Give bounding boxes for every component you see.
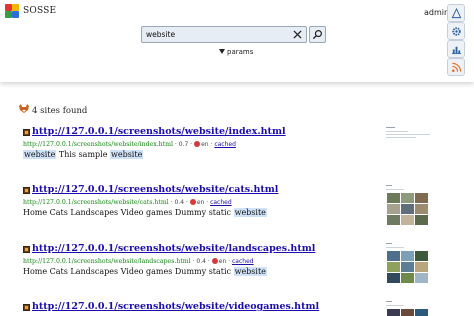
result-thumbnail[interactable] bbox=[386, 126, 430, 142]
result-title-link[interactable]: http://127.0.0.1/screenshots/website/lan… bbox=[32, 243, 315, 254]
result-snippet: Home Cats Landscapes Video games Dummy s… bbox=[23, 267, 267, 276]
favicon-icon bbox=[23, 187, 30, 194]
search-box bbox=[141, 26, 307, 43]
favicon-icon bbox=[23, 304, 30, 311]
statistics-button[interactable] bbox=[447, 40, 465, 58]
cached-link[interactable]: cached bbox=[214, 141, 236, 148]
app-name[interactable]: SOSSE bbox=[23, 6, 56, 16]
params-label: params bbox=[227, 48, 254, 56]
settings-button[interactable] bbox=[447, 22, 465, 40]
result-lang: en bbox=[201, 141, 209, 148]
language-flag-icon bbox=[211, 258, 218, 264]
stats-icon bbox=[451, 46, 462, 55]
language-flag-icon bbox=[194, 141, 201, 147]
result-meta: http://127.0.0.1/screenshots/website/lan… bbox=[23, 258, 254, 265]
snippet-highlight: website bbox=[23, 150, 57, 159]
result-title-link[interactable]: http://127.0.0.1/screenshots/website/ind… bbox=[32, 126, 286, 137]
result-title-link[interactable]: http://127.0.0.1/screenshots/website/cat… bbox=[32, 184, 278, 195]
triangle-down-icon bbox=[219, 49, 225, 54]
close-icon bbox=[293, 30, 302, 39]
result-snippet: website This sample website bbox=[23, 150, 144, 159]
language-flag-icon bbox=[189, 199, 196, 205]
top-header: SOSSE admin params bbox=[0, 0, 474, 82]
result-meta: http://127.0.0.1/screenshots/website/ind… bbox=[23, 141, 236, 148]
favicon-icon bbox=[23, 246, 30, 253]
cached-link[interactable]: cached bbox=[210, 199, 232, 206]
result-url[interactable]: http://127.0.0.1/screenshots/website/cat… bbox=[23, 199, 169, 206]
fox-icon bbox=[19, 104, 29, 113]
rss-icon bbox=[452, 62, 462, 72]
results-summary: 4 sites found bbox=[18, 104, 87, 116]
rss-button[interactable] bbox=[447, 58, 465, 76]
result-thumbnail[interactable] bbox=[386, 242, 430, 286]
result-score: 0.4 bbox=[196, 258, 206, 265]
result-score: 0.7 bbox=[178, 141, 189, 148]
snippet-text: This sample bbox=[56, 150, 110, 159]
thumbnail-gallery bbox=[387, 193, 428, 225]
gear-icon bbox=[452, 27, 461, 36]
params-toggle[interactable]: params bbox=[219, 48, 253, 56]
search-button[interactable] bbox=[309, 26, 326, 43]
result-meta: http://127.0.0.1/screenshots/website/cat… bbox=[23, 199, 232, 206]
cached-link[interactable]: cached bbox=[232, 258, 254, 265]
snippet-highlight: website bbox=[233, 208, 267, 217]
result-url[interactable]: http://127.0.0.1/screenshots/website/ind… bbox=[23, 141, 173, 148]
user-name[interactable]: admin bbox=[424, 8, 449, 17]
thumbnail-gallery bbox=[387, 251, 428, 283]
clear-search-button[interactable] bbox=[291, 28, 304, 41]
result-thumbnail[interactable] bbox=[386, 184, 430, 228]
result-thumbnail[interactable] bbox=[386, 300, 430, 316]
favicon-icon bbox=[23, 129, 30, 136]
snippet-highlight: website bbox=[109, 150, 144, 159]
result-title-link[interactable]: http://127.0.0.1/screenshots/website/vid… bbox=[32, 301, 319, 312]
result-lang: en bbox=[196, 199, 205, 206]
result-score: 0.4 bbox=[174, 199, 185, 206]
snippet-text: Home Cats Landscapes Video games Dummy s… bbox=[23, 208, 234, 217]
sosse-logo-icon[interactable] bbox=[5, 4, 19, 18]
user-button[interactable] bbox=[447, 4, 465, 22]
result-url[interactable]: http://127.0.0.1/screenshots/website/lan… bbox=[23, 258, 191, 265]
user-icon bbox=[451, 8, 462, 19]
results-count: 4 sites found bbox=[32, 106, 88, 116]
search-icon bbox=[312, 30, 322, 40]
result-lang: en bbox=[218, 258, 227, 265]
snippet-highlight: website bbox=[233, 267, 267, 276]
thumbnail-gallery bbox=[387, 309, 428, 316]
result-snippet: Home Cats Landscapes Video games Dummy s… bbox=[23, 208, 267, 217]
search-input[interactable] bbox=[146, 28, 286, 41]
snippet-text: Home Cats Landscapes Video games Dummy s… bbox=[23, 267, 234, 276]
